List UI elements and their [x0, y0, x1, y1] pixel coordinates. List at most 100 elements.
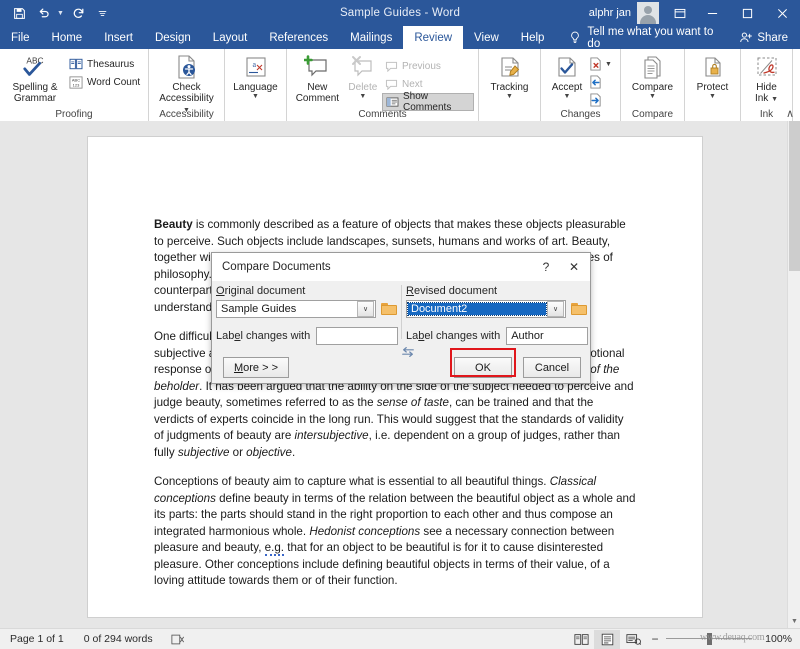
print-layout-icon[interactable] — [594, 630, 620, 649]
tracking-button[interactable]: Tracking ▼ — [483, 52, 536, 104]
tell-me-label: Tell me what you want to do — [587, 26, 717, 50]
maximize-button[interactable] — [730, 0, 765, 26]
new-comment-button[interactable]: New Comment — [291, 52, 344, 104]
share-button[interactable]: Share — [727, 26, 800, 49]
next-change-button[interactable] — [589, 92, 612, 108]
tab-layout[interactable]: Layout — [202, 26, 259, 49]
compare-label: Compare — [632, 82, 673, 93]
dialog-button-row: More > > OK Cancel — [212, 357, 590, 379]
customize-qat-icon[interactable] — [91, 2, 113, 24]
previous-change-button[interactable] — [589, 74, 612, 90]
compare-documents-button[interactable]: Compare ▼ — [625, 52, 680, 104]
ribbon: ABC Spelling & Grammar Thesaurus ABC123 — [0, 49, 800, 121]
collapse-ribbon-button[interactable]: ∧ — [786, 107, 794, 120]
scrollbar-thumb[interactable] — [789, 121, 800, 271]
chevron-down-icon[interactable]: ▼ — [564, 93, 571, 100]
tab-help[interactable]: Help — [510, 26, 556, 49]
chevron-down-icon[interactable]: ∨ — [357, 301, 374, 317]
ribbon-group-changes: Accept ▼ ▼ — [540, 49, 620, 121]
revised-document-combobox[interactable]: Document2 ∨ — [406, 300, 566, 318]
tell-me-search[interactable]: Tell me what you want to do — [555, 26, 727, 49]
paragraph-1-bold-lead: Beauty — [154, 218, 193, 231]
accept-change-button[interactable]: Accept ▼ — [545, 52, 589, 104]
group-label-comments: Comments — [287, 109, 478, 121]
delete-comment-icon — [350, 54, 376, 80]
account-info[interactable]: alphr jan — [589, 2, 659, 24]
hide-ink-button[interactable]: Hide Ink ▼ — [745, 52, 788, 104]
protect-document-icon — [702, 54, 724, 80]
undo-icon[interactable] — [32, 2, 54, 24]
zoom-out-button[interactable]: − — [650, 632, 660, 646]
protect-document-button[interactable]: Protect ▼ — [689, 52, 736, 104]
read-mode-icon[interactable] — [568, 630, 594, 649]
tab-references[interactable]: References — [258, 26, 339, 49]
ribbon-display-options-icon[interactable] — [665, 0, 695, 26]
reject-change-button[interactable]: ▼ — [589, 56, 612, 72]
save-icon[interactable] — [8, 2, 30, 24]
tab-insert[interactable]: Insert — [93, 26, 144, 49]
revised-label-changes-input[interactable]: Author — [506, 327, 588, 345]
tab-mailings[interactable]: Mailings — [339, 26, 403, 49]
paragraph-3-grammar-flag: e.g. — [265, 541, 284, 556]
open-folder-icon[interactable] — [381, 302, 398, 317]
chevron-down-icon[interactable]: ▼ — [709, 93, 716, 100]
chevron-down-icon[interactable]: ▼ — [252, 93, 259, 100]
tab-home[interactable]: Home — [41, 26, 94, 49]
tab-review[interactable]: Review — [403, 26, 463, 49]
page-indicator[interactable]: Page 1 of 1 — [0, 633, 74, 645]
proofing-status-icon[interactable] — [163, 633, 193, 646]
tab-design[interactable]: Design — [144, 26, 202, 49]
help-icon[interactable]: ? — [532, 254, 560, 280]
word-count-icon: ABC123 — [69, 76, 83, 89]
comments-small-buttons: Previous Next Show Comments — [382, 52, 474, 111]
cancel-button[interactable]: Cancel — [523, 357, 581, 378]
lightbulb-icon — [569, 31, 581, 44]
reject-change-icon — [589, 57, 602, 71]
vertical-scrollbar[interactable]: ▲ ▼ — [787, 121, 800, 628]
word-count-button[interactable]: ABC123 Word Count — [66, 73, 143, 91]
more-button-rest: ore > > — [243, 362, 278, 374]
delete-comment-label: Delete — [348, 82, 377, 93]
ribbon-group-protect: Protect ▼ — [684, 49, 740, 121]
svg-text:123: 123 — [73, 82, 80, 87]
compare-documents-dialog[interactable]: Compare Documents ? ✕ Original document … — [211, 252, 591, 384]
revised-label-changes-row: Label changes with Author — [406, 327, 588, 345]
tab-view[interactable]: View — [463, 26, 510, 49]
original-label-changes-input[interactable] — [316, 327, 398, 345]
more-button[interactable]: More > > — [223, 357, 289, 378]
chevron-down-icon[interactable]: ▼ — [771, 96, 778, 103]
web-layout-icon[interactable] — [620, 630, 646, 649]
original-document-combobox[interactable]: Sample Guides ∨ — [216, 300, 376, 318]
delete-comment-button[interactable]: Delete ▼ — [344, 52, 382, 104]
group-label-ink: Ink — [741, 109, 792, 121]
ribbon-group-language: a Language ▼ — [224, 49, 286, 121]
paragraph-3-run-1: Conceptions of beauty aim to capture wha… — [154, 475, 550, 488]
redo-icon[interactable] — [67, 2, 89, 24]
close-button[interactable] — [765, 0, 800, 26]
scroll-down-icon[interactable]: ▼ — [789, 615, 800, 628]
paragraph-2-run-6: intersubjective — [295, 429, 369, 442]
spelling-and-grammar-button[interactable]: ABC Spelling & Grammar — [4, 52, 66, 104]
word-count-indicator[interactable]: 0 of 294 words — [74, 633, 163, 645]
tab-file[interactable]: File — [0, 26, 41, 49]
paragraph-3: Conceptions of beauty aim to capture wha… — [154, 474, 636, 590]
avatar[interactable] — [637, 2, 659, 24]
minimize-button[interactable] — [695, 0, 730, 26]
check-accessibility-button[interactable]: Check Accessibility ▼ — [155, 52, 219, 116]
revised-document-row: Document2 ∨ — [406, 300, 588, 318]
new-comment-icon — [304, 54, 330, 80]
language-button[interactable]: a Language ▼ — [229, 52, 282, 104]
tracking-label: Tracking — [491, 82, 529, 93]
paragraph-2-run-4: sense of taste — [377, 396, 449, 409]
chevron-down-icon[interactable]: ∨ — [547, 301, 564, 317]
chevron-down-icon[interactable]: ▼ — [605, 61, 612, 68]
track-changes-icon — [498, 54, 522, 80]
chevron-down-icon[interactable]: ▼ — [649, 93, 656, 100]
chevron-down-icon[interactable]: ▼ — [359, 93, 366, 100]
previous-comment-button[interactable]: Previous — [382, 57, 474, 75]
chevron-down-icon[interactable]: ▼ — [506, 93, 513, 100]
open-folder-icon[interactable] — [571, 302, 588, 317]
thesaurus-button[interactable]: Thesaurus — [66, 55, 143, 73]
undo-dropdown-icon[interactable]: ▼ — [56, 10, 65, 17]
close-icon[interactable]: ✕ — [560, 254, 588, 280]
